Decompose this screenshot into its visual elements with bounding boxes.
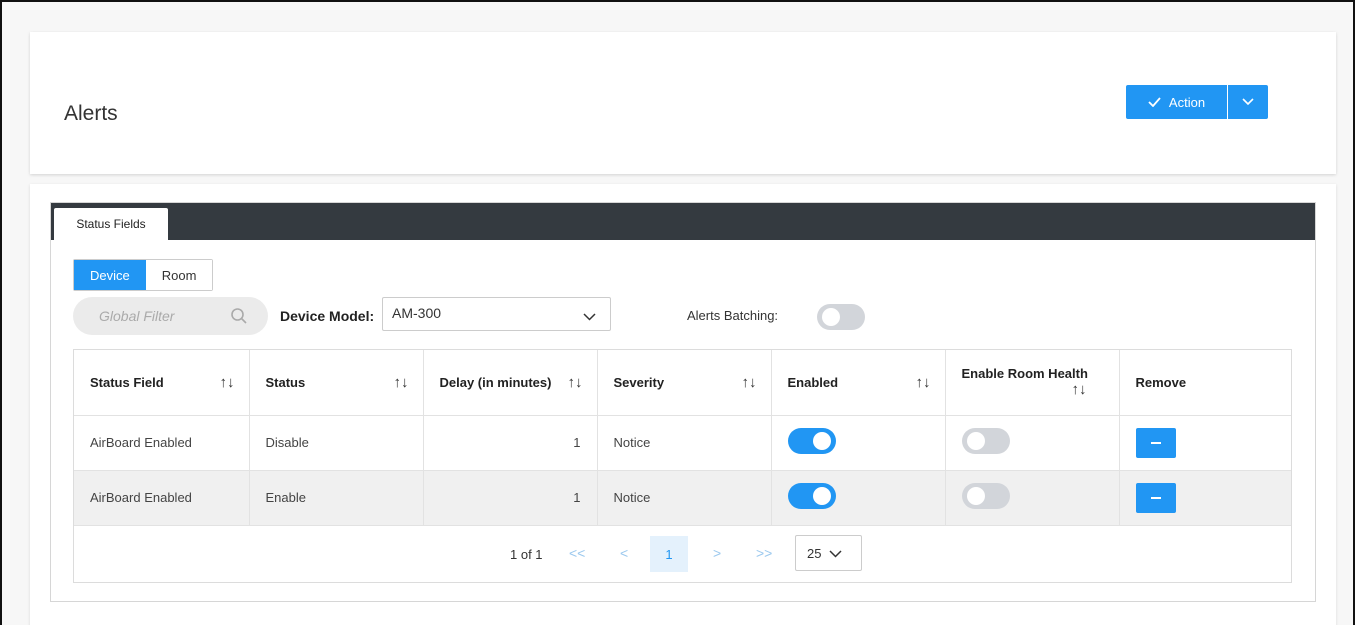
header-card: Alerts Action bbox=[30, 32, 1336, 174]
tab-panel: Status Fields Device Room Global Filter … bbox=[50, 202, 1316, 602]
sort-icon[interactable]: ↑↓ bbox=[916, 374, 931, 391]
app-frame: Alerts Action Status Fields Device Room … bbox=[0, 0, 1355, 625]
scope-room-button[interactable]: Room bbox=[145, 260, 213, 290]
global-filter-input[interactable]: Global Filter bbox=[73, 297, 268, 335]
page-title: Alerts bbox=[64, 102, 118, 125]
cell-remove bbox=[1119, 415, 1291, 470]
minus-icon bbox=[1150, 496, 1161, 499]
room-health-toggle[interactable] bbox=[961, 428, 1010, 454]
cell-status-field: AirBoard Enabled bbox=[74, 415, 250, 470]
sort-icon[interactable]: ↑↓ bbox=[394, 374, 409, 391]
tab-bar: Status Fields bbox=[51, 203, 1315, 240]
enabled-toggle[interactable] bbox=[787, 428, 836, 454]
current-page-button[interactable]: 1 bbox=[650, 536, 688, 572]
table-row: AirBoard Enabled Disable 1 Notice bbox=[74, 415, 1291, 470]
filter-placeholder: Global Filter bbox=[99, 308, 175, 324]
next-page-button[interactable]: > bbox=[713, 545, 721, 561]
col-delay[interactable]: Delay (in minutes) ↑↓ bbox=[423, 350, 598, 415]
room-health-toggle[interactable] bbox=[961, 483, 1010, 509]
device-model-value: AM-300 bbox=[392, 305, 442, 321]
remove-button[interactable] bbox=[1135, 427, 1176, 458]
remove-button[interactable] bbox=[1135, 482, 1176, 513]
cell-status: Enable bbox=[249, 470, 424, 525]
chevron-down-icon bbox=[829, 546, 842, 561]
scope-device-button[interactable]: Device bbox=[74, 260, 146, 290]
enabled-toggle[interactable] bbox=[787, 483, 836, 509]
chevron-down-icon bbox=[1242, 93, 1254, 111]
action-dropdown-toggle[interactable] bbox=[1228, 85, 1268, 119]
cell-room-health bbox=[945, 470, 1120, 525]
scope-toggle: Device Room bbox=[73, 259, 214, 291]
cell-room-health bbox=[945, 415, 1120, 470]
col-status-field[interactable]: Status Field ↑↓ bbox=[74, 350, 250, 415]
chevron-down-icon bbox=[583, 308, 596, 324]
cell-remove bbox=[1119, 470, 1291, 525]
action-button-group: Action bbox=[1126, 85, 1268, 119]
sort-icon[interactable]: ↑↓ bbox=[568, 374, 583, 391]
action-button[interactable]: Action bbox=[1126, 85, 1227, 119]
page-size-select[interactable]: 25 bbox=[795, 535, 862, 571]
col-remove: Remove bbox=[1135, 374, 1187, 390]
last-page-button[interactable]: >> bbox=[756, 545, 772, 561]
cell-status-field: AirBoard Enabled bbox=[74, 470, 250, 525]
cell-delay: 1 bbox=[423, 415, 598, 470]
sort-icon[interactable]: ↑↓ bbox=[220, 374, 235, 391]
check-icon bbox=[1148, 95, 1161, 110]
pagination: 1 of 1 << < 1 > >> 25 bbox=[74, 526, 1291, 584]
cell-status: Disable bbox=[249, 415, 424, 470]
page-info: 1 of 1 bbox=[510, 547, 543, 562]
device-model-label: Device Model: bbox=[280, 308, 375, 324]
alerts-batching-label: Alerts Batching: bbox=[687, 308, 779, 323]
cell-severity: Notice bbox=[597, 415, 772, 470]
table-row: AirBoard Enabled Enable 1 Notice bbox=[74, 470, 1291, 525]
col-severity[interactable]: Severity ↑↓ bbox=[597, 350, 772, 415]
col-enabled[interactable]: Enabled ↑↓ bbox=[771, 350, 946, 415]
cell-severity: Notice bbox=[597, 470, 772, 525]
col-status[interactable]: Status ↑↓ bbox=[249, 350, 424, 415]
first-page-button[interactable]: << bbox=[569, 545, 585, 561]
cell-enabled bbox=[771, 415, 946, 470]
tab-status-fields[interactable]: Status Fields bbox=[54, 208, 168, 240]
cell-enabled bbox=[771, 470, 946, 525]
search-icon bbox=[230, 307, 248, 328]
prev-page-button[interactable]: < bbox=[620, 545, 628, 561]
main-card: Status Fields Device Room Global Filter … bbox=[30, 184, 1336, 625]
action-label: Action bbox=[1168, 94, 1206, 110]
table-header-row: Status Field ↑↓ Status ↑↓ Delay (in minute… bbox=[74, 350, 1291, 415]
device-model-select[interactable]: AM-300 bbox=[382, 297, 611, 331]
sort-icon[interactable]: ↑↓ bbox=[962, 381, 1103, 398]
sort-icon[interactable]: ↑↓ bbox=[742, 374, 757, 391]
col-enable-room-health[interactable]: Enable Room Health ↑↓ bbox=[945, 350, 1120, 415]
page-size-value: 25 bbox=[807, 545, 822, 561]
status-fields-table: Status Field ↑↓ Status ↑↓ Delay (in minute… bbox=[73, 349, 1292, 583]
minus-icon bbox=[1150, 441, 1161, 444]
alerts-batching-toggle[interactable] bbox=[817, 304, 865, 330]
cell-delay: 1 bbox=[423, 470, 598, 525]
